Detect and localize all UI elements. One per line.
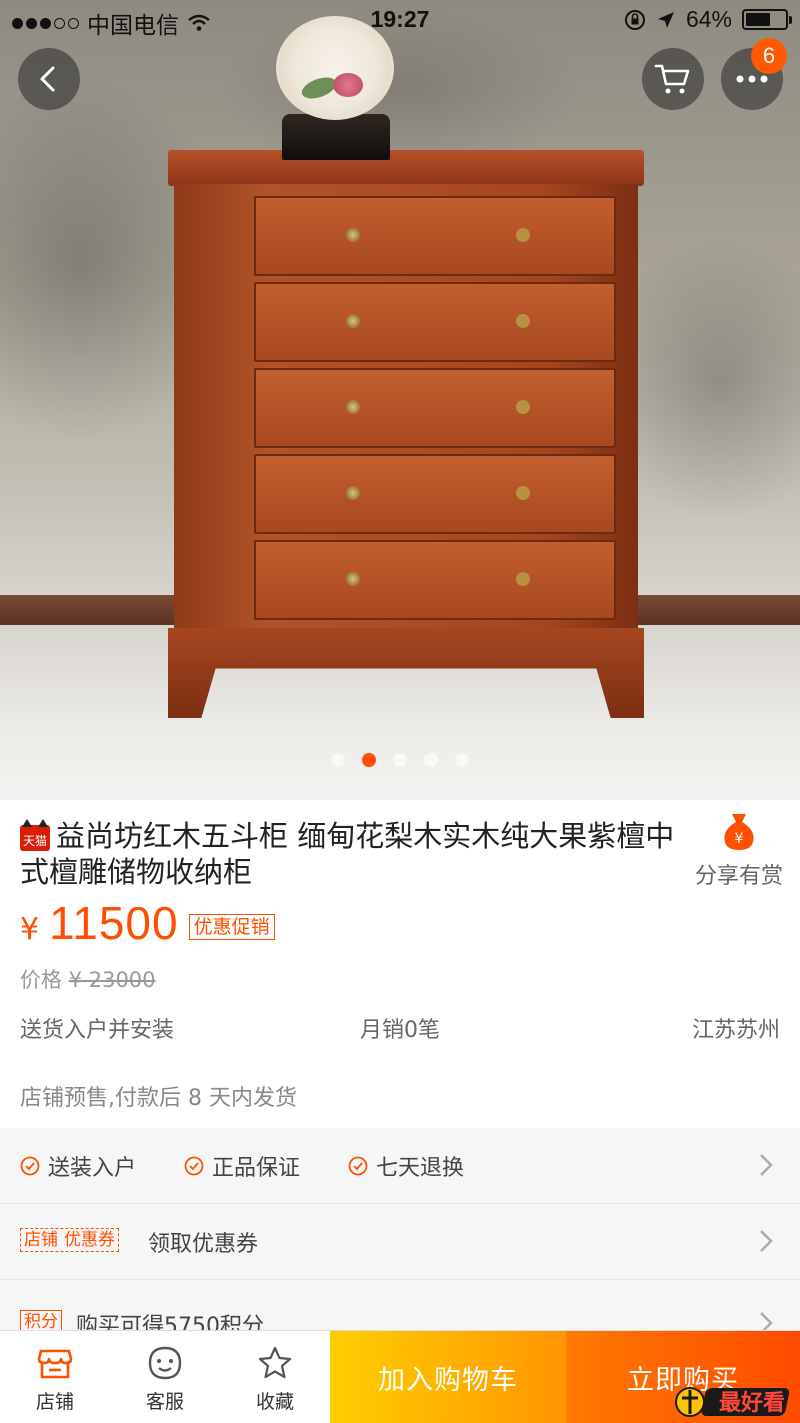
tmall-cat-icon: 天猫 [20, 819, 50, 851]
service-item-authentic: 正品保证 [184, 1150, 300, 1182]
customer-service-tab[interactable]: 客服 [110, 1331, 220, 1423]
service-guarantees-row[interactable]: 送装入户 正品保证 七天退换 [0, 1128, 800, 1204]
orientation-lock-icon [624, 9, 645, 30]
presale-note: 店铺预售,付款后 8 天内发货 [20, 1086, 297, 1111]
product-title: 天猫 益尚坊红木五斗柜 缅甸花梨木实木纯大果紫檀中式檀雕储物收纳柜 [20, 818, 680, 890]
chevron-right-icon [760, 1154, 773, 1176]
store-icon [37, 1349, 73, 1379]
carousel-indicator[interactable] [331, 753, 469, 767]
shop-tab-label: 店铺 [35, 1391, 74, 1413]
product-image-carousel[interactable]: 6 [0, 0, 800, 800]
check-circle-icon [184, 1156, 204, 1176]
product-page: 6 中国电信 19:27 64% 天猫 益尚坊红木五斗柜 缅甸花梨木实木纯大果紫… [0, 0, 800, 1423]
coupon-row[interactable]: 店铺 优惠券 领取优惠券 [0, 1204, 800, 1280]
add-to-cart-button[interactable]: 加入购物车 [330, 1331, 566, 1423]
service-item-label: 正品保证 [212, 1156, 301, 1181]
ship-from-location: 江苏苏州 [691, 1018, 780, 1043]
carousel-dot[interactable] [424, 753, 438, 767]
monthly-sales: 月销0笔 [360, 1018, 440, 1043]
back-button[interactable] [18, 48, 80, 110]
shop-tab[interactable]: 店铺 [0, 1331, 110, 1423]
customer-service-icon [148, 1346, 182, 1380]
carousel-dot[interactable] [331, 753, 345, 767]
location-arrow-icon [657, 11, 674, 28]
chevron-left-icon [40, 66, 55, 92]
carousel-dot[interactable] [455, 753, 469, 767]
delivery-info: 送货入户并安装 [20, 1018, 175, 1043]
battery-icon [742, 9, 792, 30]
promo-tag: 优惠促销 [188, 914, 275, 940]
store-coupon-tag: 店铺 优惠券 [20, 1228, 119, 1252]
price-row: ¥ 11500 优惠促销 [20, 896, 275, 950]
favorite-tab[interactable]: 收藏 [220, 1331, 330, 1423]
cart-count-badge: 6 [751, 38, 787, 74]
claim-coupon-label: 领取优惠券 [148, 1232, 259, 1257]
svg-text:最好看: 最好看 [719, 1390, 785, 1416]
original-price: ¥ 23000 [68, 968, 156, 992]
watermark-logo: 最好看 [675, 1387, 790, 1417]
battery-percent: 64% [685, 6, 732, 32]
more-dots-icon [736, 75, 768, 83]
favorite-tab-label: 收藏 [255, 1391, 294, 1413]
service-item-label: 七天退换 [376, 1156, 465, 1181]
product-info-panel: 天猫 益尚坊红木五斗柜 缅甸花梨木实木纯大果紫檀中式檀雕储物收纳柜 ¥ 分享有赏 … [0, 800, 800, 1128]
share-reward-label: 分享有赏 [694, 864, 783, 889]
service-item-label: 送装入户 [48, 1156, 137, 1181]
coupon-tag-store: 店铺 [24, 1230, 58, 1250]
original-price-label: 价格 [20, 968, 62, 992]
chevron-right-icon [760, 1230, 773, 1252]
carousel-dot-active[interactable] [362, 753, 376, 767]
service-item-install: 送装入户 [20, 1150, 136, 1182]
sale-price: 11500 [49, 897, 179, 949]
shopping-cart-icon [654, 64, 690, 94]
coupon-tag-coupon: 优惠券 [64, 1230, 115, 1250]
plate-stand [282, 114, 390, 160]
check-circle-icon [20, 1156, 40, 1176]
status-bar: 中国电信 19:27 64% [0, 0, 800, 40]
svg-text:¥: ¥ [735, 831, 744, 847]
money-bag-icon: ¥ [722, 812, 756, 852]
check-circle-icon [348, 1156, 368, 1176]
cart-button[interactable] [642, 48, 704, 110]
currency-symbol: ¥ [20, 912, 40, 947]
share-reward-button[interactable]: ¥ 分享有赏 [684, 812, 794, 890]
customer-service-tab-label: 客服 [145, 1391, 184, 1413]
star-icon [258, 1346, 292, 1379]
carousel-dot[interactable] [393, 753, 407, 767]
service-item-returns: 七天退换 [348, 1150, 464, 1182]
product-photo-cabinet [168, 150, 644, 725]
product-title-text: 益尚坊红木五斗柜 缅甸花梨木实木纯大果紫檀中式檀雕储物收纳柜 [20, 819, 675, 889]
original-price-row: 价格 ¥ 23000 [20, 964, 156, 994]
